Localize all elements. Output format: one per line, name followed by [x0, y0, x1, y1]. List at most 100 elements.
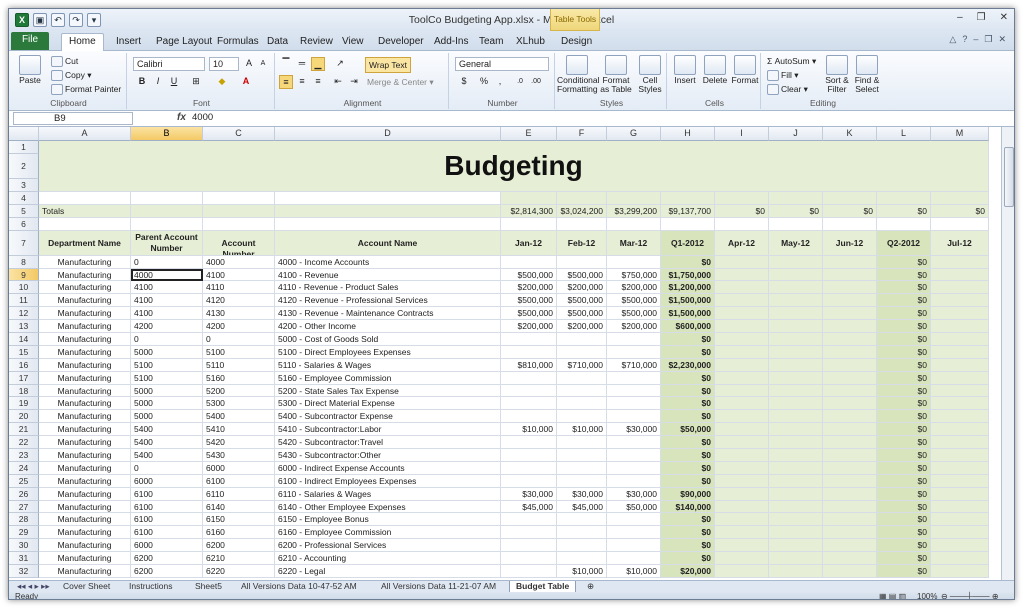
column-title[interactable]: May-12	[769, 230, 823, 256]
table-cell[interactable]: $0	[661, 513, 715, 527]
minimize-button[interactable]: –	[957, 12, 963, 23]
table-cell[interactable]: 4110	[203, 281, 275, 295]
table-cell[interactable]	[715, 255, 769, 269]
table-cell[interactable]: $1,200,000	[661, 281, 715, 295]
table-cell[interactable]: Manufacturing	[39, 565, 131, 578]
doc-minimize-icon[interactable]: –	[973, 34, 978, 45]
table-cell[interactable]: $0	[661, 255, 715, 269]
table-cell[interactable]: Manufacturing	[39, 474, 131, 488]
table-cell[interactable]	[501, 255, 557, 269]
table-cell[interactable]	[823, 397, 877, 411]
table-cell[interactable]: $0	[877, 500, 931, 514]
table-cell[interactable]: $1,500,000	[661, 307, 715, 321]
table-cell[interactable]	[715, 410, 769, 424]
table-cell[interactable]	[769, 281, 823, 295]
cell[interactable]	[877, 217, 931, 231]
cell[interactable]	[131, 204, 203, 218]
row-header[interactable]: 17	[9, 371, 39, 385]
table-cell[interactable]	[823, 358, 877, 372]
table-cell[interactable]	[607, 552, 661, 566]
percent-button[interactable]: %	[477, 75, 491, 89]
table-cell[interactable]: 6200	[203, 539, 275, 553]
table-cell[interactable]: 6150	[203, 513, 275, 527]
cell[interactable]	[275, 192, 501, 205]
cell[interactable]	[931, 192, 989, 205]
table-cell[interactable]: 4110 - Revenue - Product Sales	[275, 281, 501, 295]
table-cell[interactable]: 4000	[131, 268, 203, 282]
table-cell[interactable]: 5000	[131, 410, 203, 424]
formula-input[interactable]: 4000	[192, 112, 213, 123]
table-cell[interactable]: $50,000	[607, 500, 661, 514]
align-left-icon[interactable]: ≡	[279, 75, 293, 89]
table-cell[interactable]: $30,000	[501, 487, 557, 501]
table-cell[interactable]: $200,000	[557, 281, 607, 295]
table-cell[interactable]: $200,000	[607, 320, 661, 334]
table-cell[interactable]: 6150 - Employee Bonus	[275, 513, 501, 527]
total-cell[interactable]: $0	[823, 204, 877, 218]
total-cell[interactable]: $0	[769, 204, 823, 218]
column-header[interactable]: K	[823, 127, 877, 141]
table-cell[interactable]: $0	[877, 526, 931, 540]
table-cell[interactable]: Manufacturing	[39, 449, 131, 462]
table-cell[interactable]	[769, 345, 823, 359]
table-cell[interactable]: $0	[877, 397, 931, 411]
row-header[interactable]: 27	[9, 500, 39, 514]
table-cell[interactable]: $0	[877, 255, 931, 269]
cell[interactable]	[823, 217, 877, 231]
increase-indent-icon[interactable]: ⇥	[347, 75, 361, 89]
table-cell[interactable]	[931, 358, 989, 372]
tab-home[interactable]: Home	[61, 33, 104, 52]
table-cell[interactable]: 6160	[203, 526, 275, 540]
table-cell[interactable]	[769, 320, 823, 334]
table-cell[interactable]	[931, 513, 989, 527]
row-header[interactable]: 25	[9, 474, 39, 488]
table-cell[interactable]: Manufacturing	[39, 371, 131, 385]
table-cell[interactable]: 4200	[131, 320, 203, 334]
cell-styles-button[interactable]: Cell Styles	[635, 55, 665, 94]
table-cell[interactable]: $0	[877, 268, 931, 282]
cell[interactable]	[823, 192, 877, 205]
table-cell[interactable]: 5400	[131, 423, 203, 437]
table-cell[interactable]: $0	[877, 552, 931, 566]
table-cell[interactable]	[823, 526, 877, 540]
table-cell[interactable]	[715, 268, 769, 282]
table-cell[interactable]: Manufacturing	[39, 487, 131, 501]
table-cell[interactable]	[557, 436, 607, 450]
table-cell[interactable]	[931, 500, 989, 514]
table-cell[interactable]: $0	[661, 461, 715, 475]
column-title[interactable]: Feb-12	[557, 230, 607, 256]
table-cell[interactable]: Manufacturing	[39, 539, 131, 553]
table-cell[interactable]: Manufacturing	[39, 552, 131, 566]
row-header[interactable]: 31	[9, 552, 39, 566]
row-header[interactable]: 1	[9, 141, 39, 154]
table-cell[interactable]: 4100	[131, 281, 203, 295]
table-cell[interactable]	[715, 436, 769, 450]
fill-color-icon[interactable]: ◆	[215, 75, 229, 89]
table-cell[interactable]	[715, 526, 769, 540]
table-cell[interactable]: 6220 - Legal	[275, 565, 501, 578]
table-cell[interactable]	[769, 526, 823, 540]
row-header[interactable]: 23	[9, 449, 39, 462]
table-cell[interactable]	[769, 436, 823, 450]
table-cell[interactable]: 5420	[203, 436, 275, 450]
column-header[interactable]: E	[501, 127, 557, 141]
table-cell[interactable]: $0	[877, 474, 931, 488]
find-select-button[interactable]: Find & Select	[853, 55, 881, 94]
table-cell[interactable]: $30,000	[557, 487, 607, 501]
table-cell[interactable]: $500,000	[501, 307, 557, 321]
table-cell[interactable]	[715, 384, 769, 398]
table-cell[interactable]	[931, 552, 989, 566]
table-cell[interactable]	[931, 384, 989, 398]
tab-developer[interactable]: Developer	[371, 34, 431, 51]
table-cell[interactable]: 5430 - Subcontractor:Other	[275, 449, 501, 462]
table-cell[interactable]: $500,000	[501, 268, 557, 282]
column-title[interactable]: Department Name	[39, 230, 131, 256]
table-cell[interactable]: 5110	[203, 358, 275, 372]
row-header[interactable]: 19	[9, 397, 39, 411]
column-title[interactable]: Apr-12	[715, 230, 769, 256]
table-cell[interactable]: 5110 - Salaries & Wages	[275, 358, 501, 372]
column-title[interactable]: Jul-12	[931, 230, 989, 256]
table-cell[interactable]: $750,000	[607, 268, 661, 282]
tab-xlhub[interactable]: XLhub	[509, 34, 552, 51]
table-cell[interactable]: 4120 - Revenue - Professional Services	[275, 294, 501, 308]
